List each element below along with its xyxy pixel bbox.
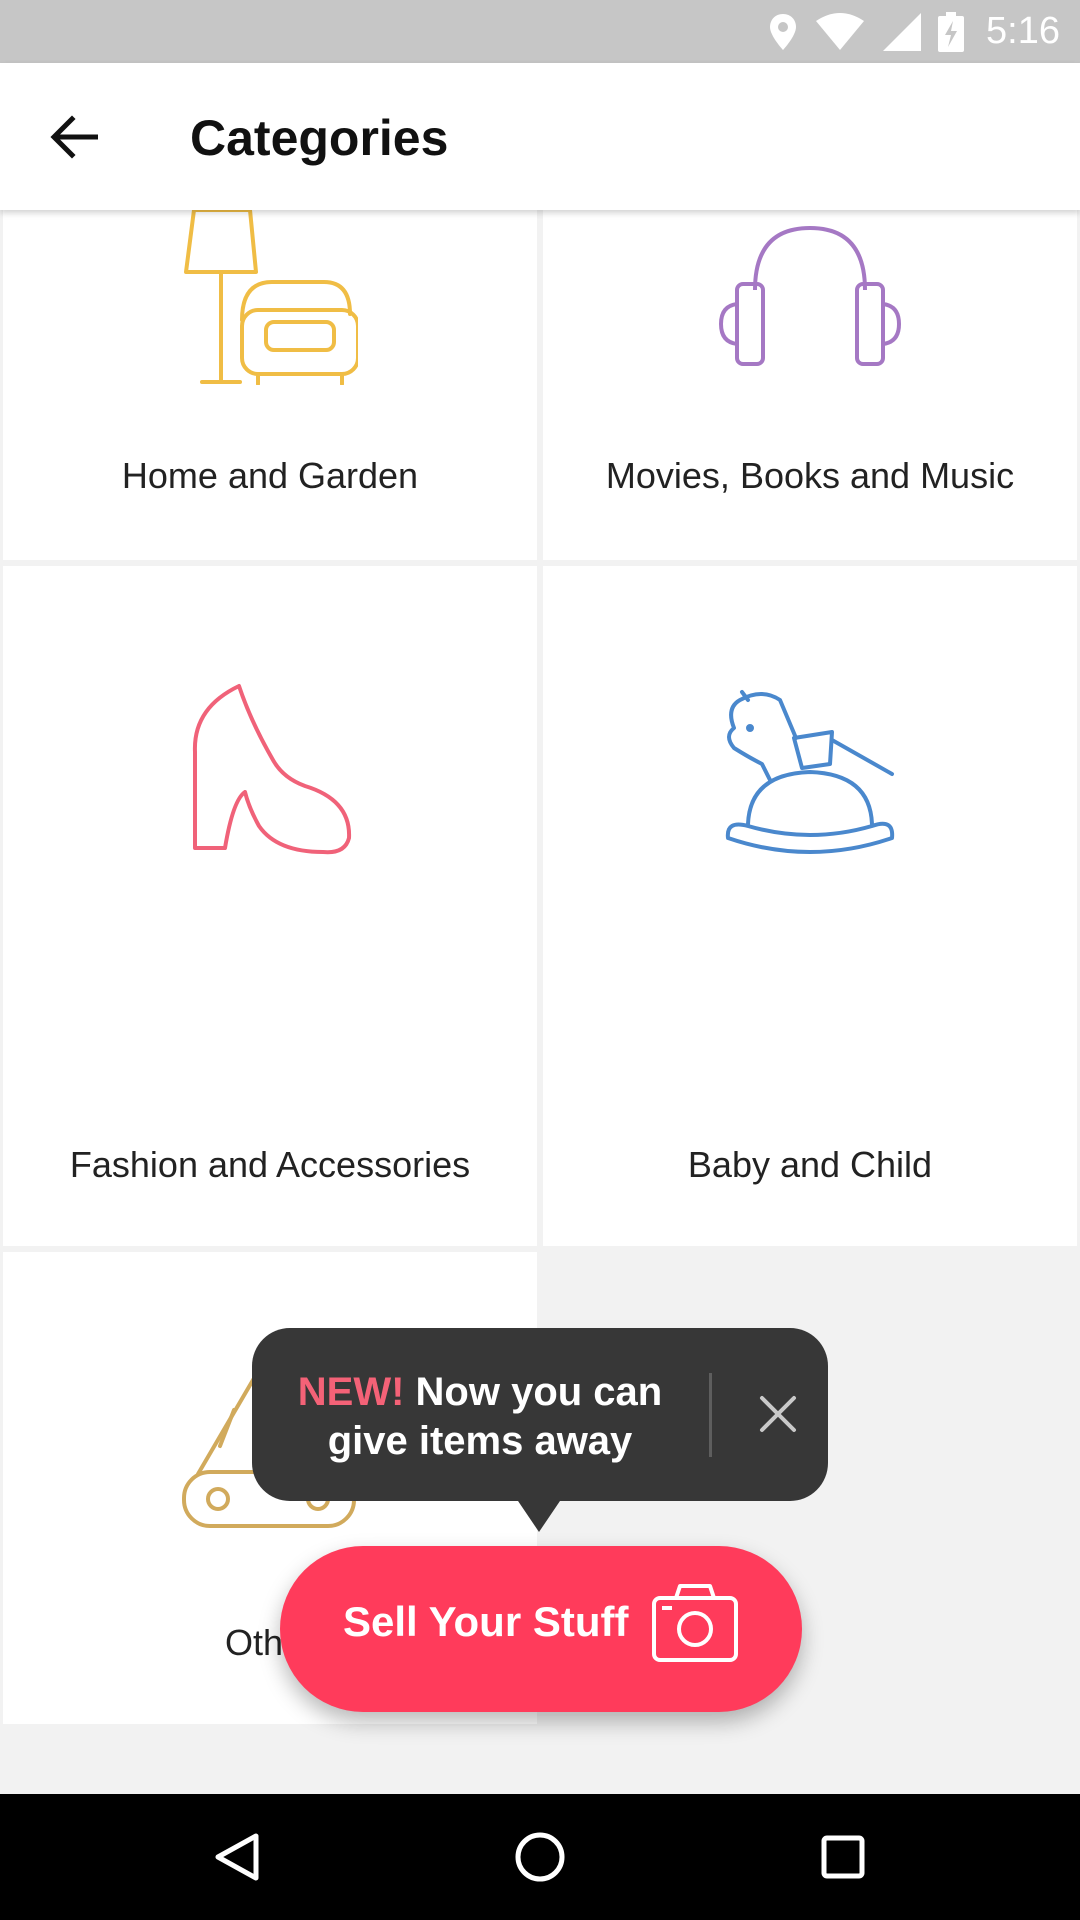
nav-home-button[interactable] xyxy=(495,1812,585,1902)
category-label: Baby and Child xyxy=(687,1144,933,1185)
status-icons: 5:16 xyxy=(768,0,1060,63)
sell-your-stuff-button[interactable]: Sell Your Stuff xyxy=(280,1546,802,1712)
wifi-icon xyxy=(816,12,865,50)
headphones-icon xyxy=(719,226,901,366)
nav-recents-button[interactable] xyxy=(798,1812,888,1902)
back-button[interactable] xyxy=(34,99,114,175)
tooltip-arrow xyxy=(516,1498,562,1532)
category-tile-home-and-garden[interactable]: Home and Garden xyxy=(3,210,537,560)
home-circle-icon xyxy=(515,1832,565,1882)
give-away-tooltip: NEW! Now you can give items away xyxy=(252,1328,828,1501)
category-tile-movies-books-music[interactable]: Movies, Books and Music xyxy=(543,210,1077,560)
close-icon xyxy=(760,1396,796,1432)
tooltip-new-badge: NEW! xyxy=(297,1370,405,1414)
category-label: Movies, Books and Music xyxy=(605,455,1015,496)
camera-icon xyxy=(652,1584,738,1662)
location-icon xyxy=(770,13,797,50)
category-tile-baby-child[interactable]: Baby and Child xyxy=(543,566,1077,1246)
category-label: Home and Garden xyxy=(121,455,419,496)
rocking-horse-icon xyxy=(725,690,895,854)
back-triangle-icon xyxy=(215,1833,259,1881)
lamp-armchair-icon xyxy=(184,210,358,385)
tooltip-divider xyxy=(709,1373,712,1457)
battery-charging-icon xyxy=(938,11,965,52)
sell-button-label: Sell Your Stuff xyxy=(343,1598,629,1645)
cell-signal-icon xyxy=(883,12,922,51)
tooltip-close-button[interactable] xyxy=(742,1378,814,1450)
high-heel-icon xyxy=(192,684,352,855)
status-time: 5:16 xyxy=(986,10,1060,52)
page-title: Categories xyxy=(190,110,449,166)
system-nav-bar xyxy=(0,1794,1080,1920)
category-label: Fashion and Accessories xyxy=(69,1144,471,1185)
recents-square-icon xyxy=(821,1835,865,1879)
tooltip-text-line1: Now you can xyxy=(404,1370,663,1414)
status-bar: 5:16 xyxy=(0,0,1080,63)
tooltip-text-line2: give items away xyxy=(327,1419,633,1463)
category-tile-fashion-accessories[interactable]: Fashion and Accessories xyxy=(3,566,537,1246)
nav-back-button[interactable] xyxy=(192,1812,282,1902)
app-bar: Categories xyxy=(0,63,1080,210)
tooltip-text: NEW! Now you can give items away xyxy=(280,1368,680,1466)
arrow-left-icon xyxy=(50,115,98,159)
